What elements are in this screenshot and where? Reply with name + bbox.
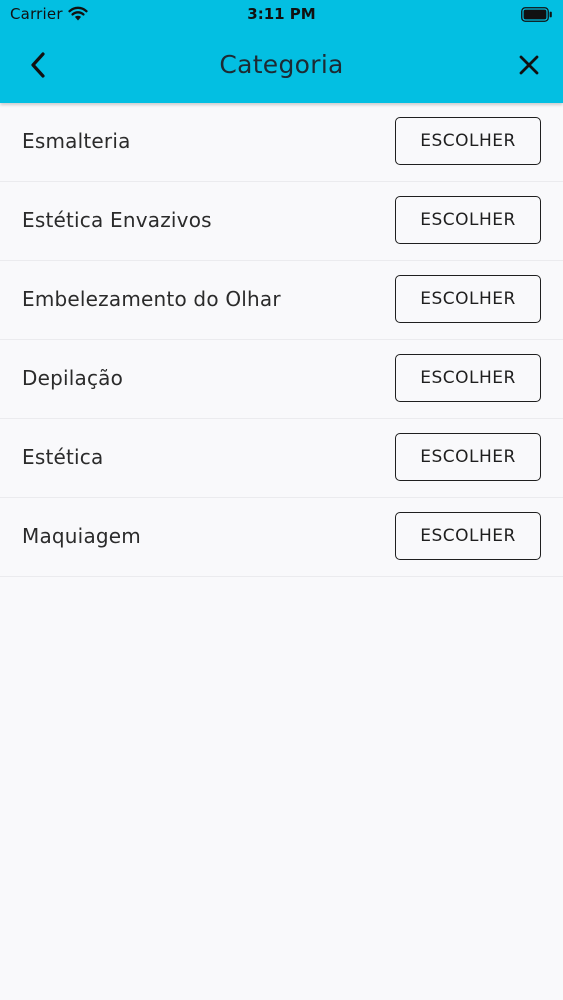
category-row: Estética ESCOLHER [0,419,563,498]
category-row: Esmalteria ESCOLHER [0,103,563,182]
choose-button[interactable]: ESCOLHER [395,117,541,165]
category-list: Esmalteria ESCOLHER Estética Envazivos E… [0,103,563,577]
category-label: Estética Envazivos [22,208,212,232]
category-label: Esmalteria [22,129,131,153]
choose-button[interactable]: ESCOLHER [395,512,541,560]
status-bar: Carrier 3:11 PM [0,0,563,30]
choose-button[interactable]: ESCOLHER [395,354,541,402]
category-row: Estética Envazivos ESCOLHER [0,182,563,261]
category-row: Embelezamento do Olhar ESCOLHER [0,261,563,340]
navigation-bar: Categoria [0,30,563,103]
close-button[interactable] [509,47,549,87]
close-icon [518,54,540,80]
category-label: Embelezamento do Olhar [22,287,281,311]
category-label: Maquiagem [22,524,141,548]
choose-button[interactable]: ESCOLHER [395,275,541,323]
status-time: 3:11 PM [247,5,316,23]
category-label: Depilação [22,366,124,390]
category-row: Maquiagem ESCOLHER [0,498,563,577]
page-title: Categoria [219,50,344,79]
battery-icon [521,7,553,22]
app-header: Carrier 3:11 PM Categoria [0,0,563,103]
choose-button[interactable]: ESCOLHER [395,433,541,481]
category-row: Depilação ESCOLHER [0,340,563,419]
category-label: Estética [22,445,104,469]
choose-button[interactable]: ESCOLHER [395,196,541,244]
